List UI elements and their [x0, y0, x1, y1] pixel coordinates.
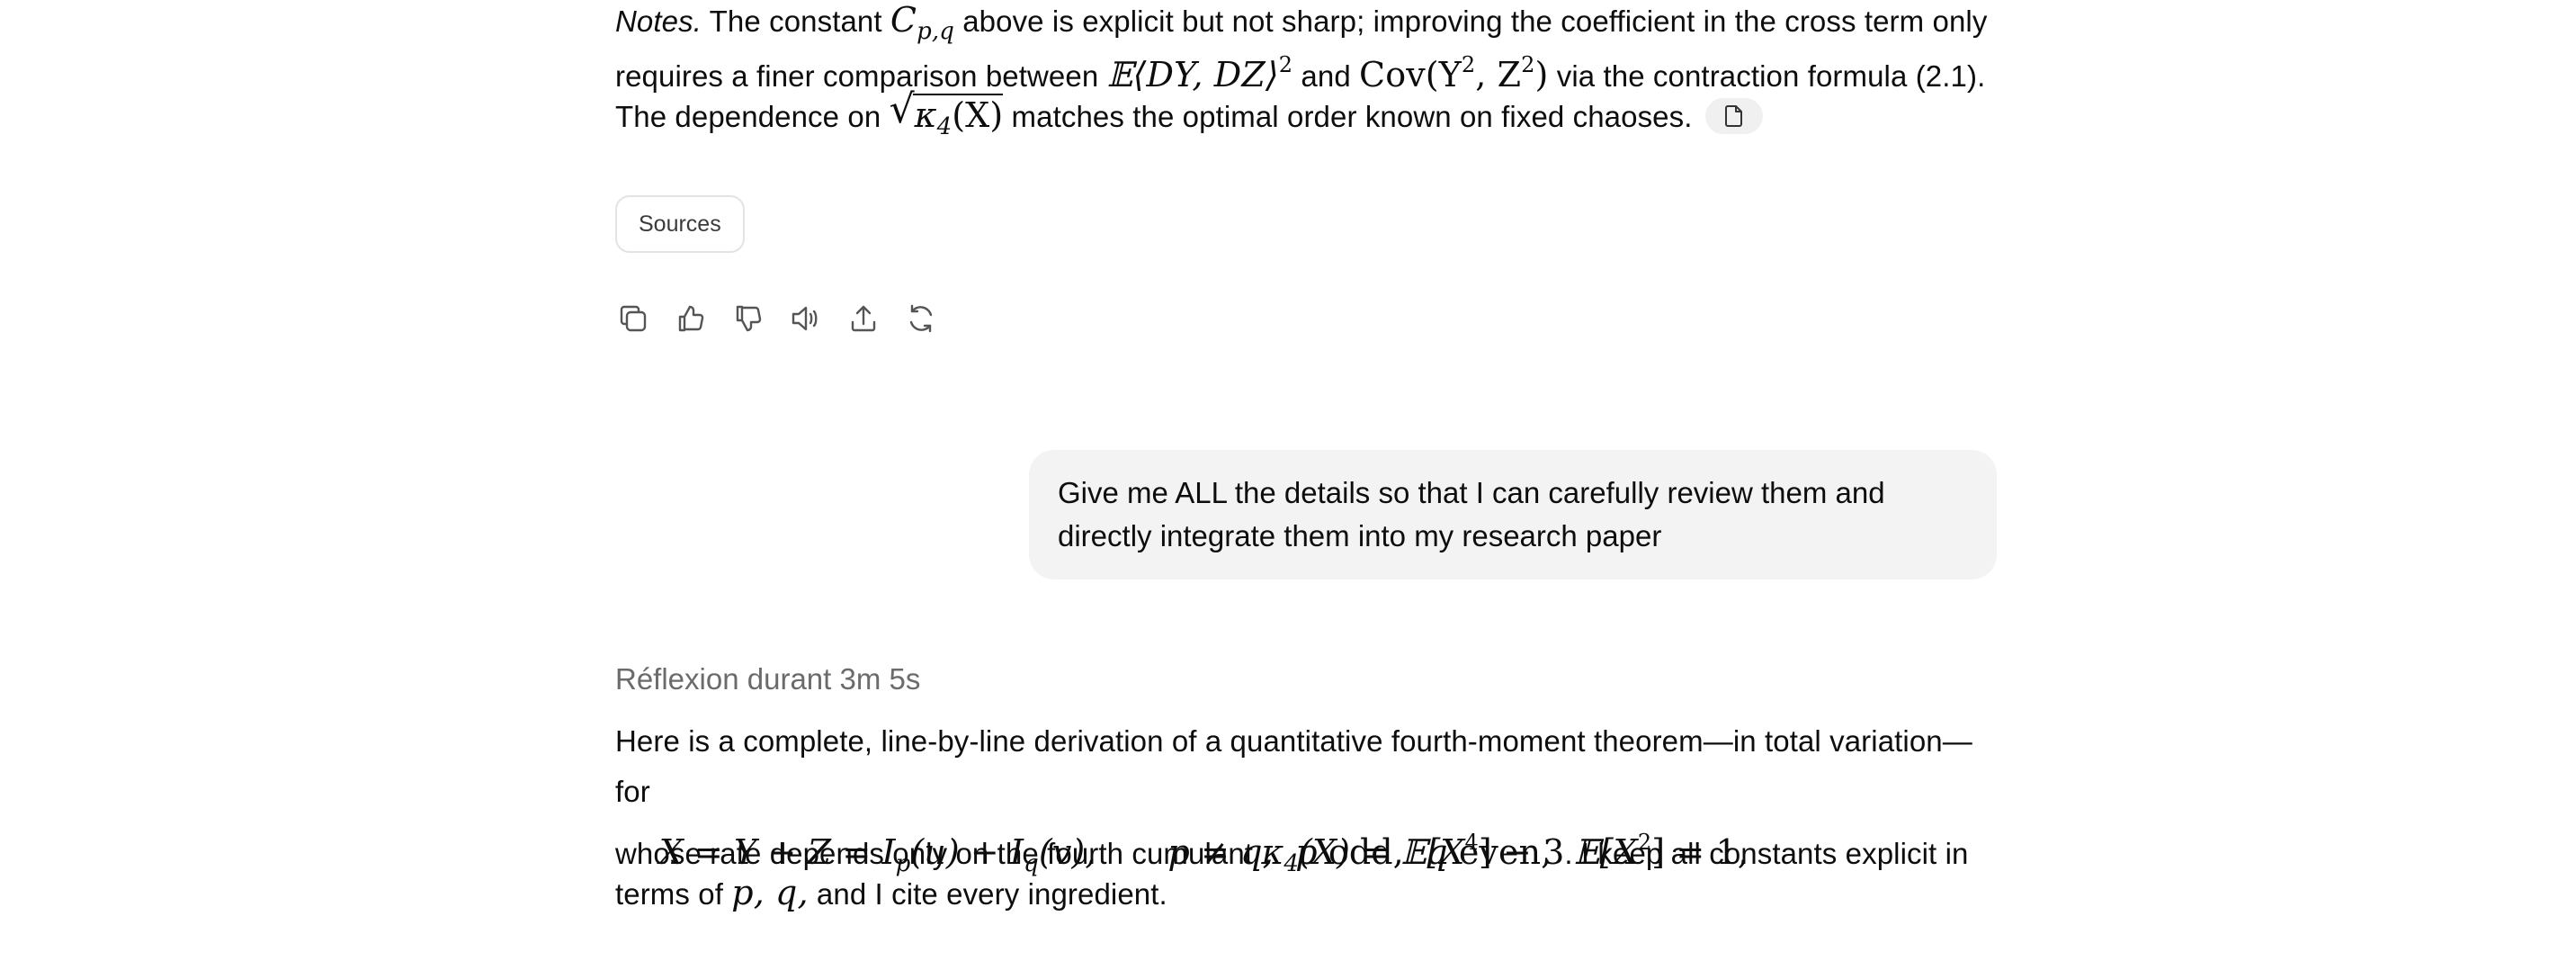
notes-line-3: The dependence on √ κ4(X) matches the opt… — [615, 86, 2000, 140]
regenerate-icon — [909, 304, 933, 333]
read-aloud-button[interactable] — [788, 301, 824, 337]
regenerate-button[interactable] — [903, 301, 939, 337]
answer-text: whose rate depends only on the fourth cu… — [615, 837, 1262, 870]
answer-text: and I cite every ingredient. — [808, 877, 1167, 911]
user-message-line: Give me ALL the details so that I can ca… — [1058, 476, 1885, 509]
document-icon — [1724, 105, 1742, 128]
thumbs-up-icon — [678, 305, 704, 332]
notes-line-2: requires a finer comparison between 𝔼⟨DY… — [615, 40, 2000, 94]
answer-line-3: whose rate depends only on the fourth cu… — [615, 817, 2000, 877]
sources-label: Sources — [639, 211, 721, 237]
notes-line-1: Notes. The constant Cp,q above is explic… — [615, 0, 2000, 45]
answer-paragraph: Here is a complete, line-by-line derivat… — [615, 716, 2000, 918]
speaker-icon — [792, 306, 818, 331]
fourth-cumulant-expr: κ4(X) = 𝔼[X4] − 3 — [1261, 830, 1565, 877]
thumbs-down-button[interactable] — [730, 301, 766, 337]
user-message-line: directly integrate them into my research… — [1058, 519, 1662, 552]
thinking-label: Réflexion durant 3m 5s — [615, 662, 921, 696]
answer-text: terms of — [615, 877, 732, 911]
share-icon — [851, 305, 876, 332]
message-actions — [615, 301, 939, 337]
notes-text: and — [1292, 59, 1360, 93]
answer-line-1: Here is a complete, line-by-line derivat… — [615, 724, 1972, 808]
answer-line-4: terms of p, q, and I cite every ingredie… — [615, 867, 2000, 918]
copy-icon — [620, 305, 647, 332]
notes-text: via the contraction formula (2.1). — [1548, 59, 1986, 93]
share-button[interactable] — [845, 301, 881, 337]
notes-paragraph: Notes. The constant Cp,q above is explic… — [615, 0, 2000, 140]
covariance-expr: Cov(Y2, Z2) — [1359, 52, 1549, 94]
notes-text: requires a finer comparison between — [615, 59, 1107, 93]
expectation-expr: 𝔼⟨DY, DZ⟩2 — [1106, 52, 1293, 94]
constant-symbol: Cp,q — [890, 0, 954, 45]
answer-equation: X = Y + Z = Ip(u) + Iq(v), p ≠ q, p odd, … — [658, 830, 1749, 877]
notes-text: above is explicit but not sharp; improvi… — [953, 4, 1988, 38]
notes-text: The constant — [701, 4, 890, 38]
sqrt-kappa-expr: √ κ4(X) — [889, 86, 1004, 140]
answer-text: . I keep all constants explicit in — [1564, 837, 1969, 870]
thumbs-down-icon — [736, 305, 762, 332]
user-message-bubble: Give me ALL the details so that I can ca… — [1029, 450, 1997, 579]
notes-text: The dependence on — [615, 100, 890, 133]
copy-button[interactable] — [615, 301, 651, 337]
thinking-duration-toggle[interactable]: Réflexion durant 3m 5s — [615, 662, 920, 696]
sources-button[interactable]: Sources — [615, 195, 745, 253]
notes-label: Notes. — [615, 4, 702, 38]
pq-symbols: p, q, — [731, 873, 809, 912]
thumbs-up-button[interactable] — [673, 301, 709, 337]
copy-snippet-button[interactable] — [1704, 98, 1763, 135]
notes-text: matches the optimal order known on fixed… — [1003, 100, 1693, 133]
